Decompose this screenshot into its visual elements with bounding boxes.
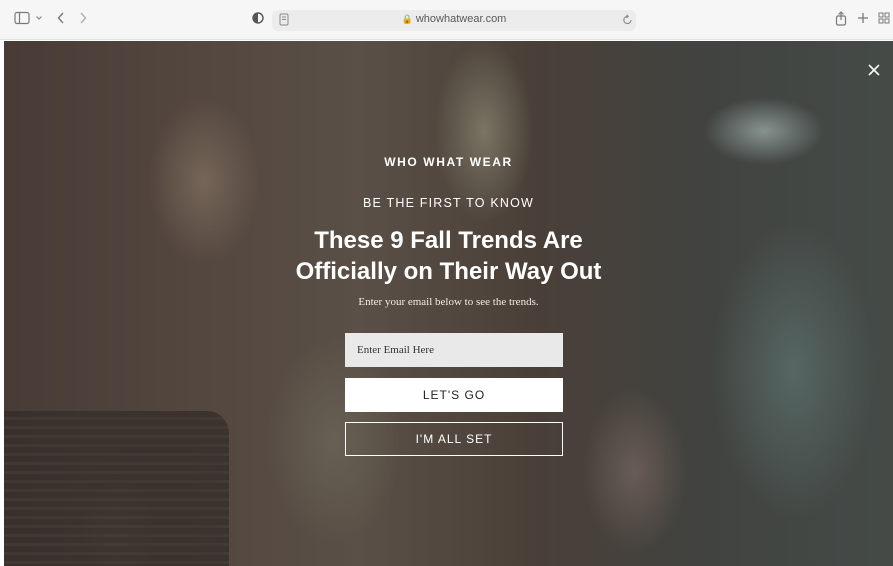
modal-subtext: Enter your email below to see the trends… xyxy=(358,296,539,308)
plus-icon[interactable] xyxy=(857,11,869,25)
brand-logo: WHO WHAT WEAR xyxy=(384,155,513,169)
chevron-down-icon[interactable] xyxy=(35,12,43,24)
url-label: whowhatwear.com xyxy=(415,13,507,25)
headline-line-1: These 9 Fall Trends Are xyxy=(314,227,583,254)
url-text: 🔒 whowhatwear.com xyxy=(272,13,636,25)
sidebar-icon[interactable] xyxy=(14,11,30,25)
shield-icon[interactable] xyxy=(252,11,264,25)
lock-icon: 🔒 xyxy=(401,14,413,24)
reload-icon[interactable] xyxy=(622,13,633,26)
browser-toolbar: 🔒 whowhatwear.com xyxy=(0,0,893,40)
page-content: WHO WHAT WEAR BE THE FIRST TO KNOW These… xyxy=(4,41,893,566)
address-bar[interactable]: 🔒 whowhatwear.com xyxy=(272,10,636,31)
headline-line-2: Officially on Their Way Out xyxy=(295,258,602,285)
lets-go-button[interactable]: LET'S GO xyxy=(345,378,563,412)
newsletter-modal: WHO WHAT WEAR BE THE FIRST TO KNOW These… xyxy=(4,41,893,566)
modal-eyebrow: BE THE FIRST TO KNOW xyxy=(362,196,534,210)
tab-grid-icon[interactable] xyxy=(878,11,890,25)
chevron-right-icon[interactable] xyxy=(78,11,88,25)
chevron-left-icon[interactable] xyxy=(56,11,66,25)
modal-headline: These 9 Fall Trends Are Officially on Th… xyxy=(4,225,893,287)
share-icon[interactable] xyxy=(835,11,847,26)
all-set-button[interactable]: I'M ALL SET xyxy=(345,422,563,456)
close-icon[interactable] xyxy=(865,61,883,79)
email-input[interactable] xyxy=(345,333,563,367)
